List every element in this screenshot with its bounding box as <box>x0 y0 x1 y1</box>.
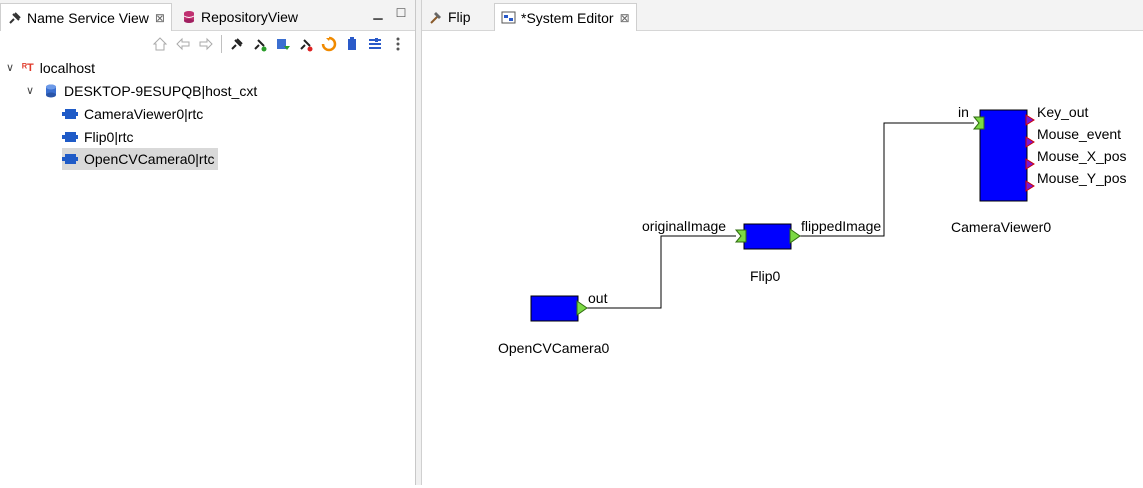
component-cameraviewer0[interactable]: in Key_out Mouse_event Mouse_X_pos Mouse… <box>951 104 1127 235</box>
service-port-key-out[interactable] <box>1025 114 1035 126</box>
rt-icon: ᴿT <box>22 62 34 74</box>
clear-zombie-icon[interactable] <box>342 34 362 54</box>
refresh-all-icon[interactable] <box>273 34 293 54</box>
component-icon <box>62 107 78 121</box>
outport-out[interactable] <box>576 300 588 316</box>
connect-icon[interactable] <box>227 34 247 54</box>
disconnect-icon[interactable] <box>296 34 316 54</box>
component-flip0[interactable]: originalImage flippedImage Flip0 <box>642 218 881 284</box>
editor-tabbar: Flip *System Editor ⊠ <box>422 0 1143 31</box>
service-port-mouse-y-pos[interactable] <box>1025 180 1035 192</box>
outport-flippedimage[interactable] <box>789 228 801 244</box>
name-service-toolbar <box>150 33 408 55</box>
minimize-icon[interactable]: ▁ <box>370 6 386 20</box>
expand-toggle-icon[interactable]: ∨ <box>6 61 18 74</box>
plug-icon <box>7 10 23 26</box>
cylinder-icon <box>44 83 58 99</box>
inport-originalimage[interactable] <box>734 229 747 243</box>
forward-icon[interactable] <box>196 34 216 54</box>
tree-node-host[interactable]: DESKTOP-9ESUPQB|host_cxt <box>44 80 257 102</box>
tab-flip[interactable]: Flip <box>422 3 477 31</box>
component-icon <box>62 152 78 166</box>
close-icon[interactable]: ⊠ <box>155 11 165 25</box>
inport-in[interactable] <box>972 116 985 130</box>
expand-toggle-icon[interactable]: ∨ <box>26 84 38 97</box>
diagram-svg: out OpenCVCamera0 originalImage flippedI… <box>498 104 1127 356</box>
tab-repository-view[interactable]: RepositoryView <box>175 3 304 31</box>
tab-name-service-view[interactable]: Name Service View ⊠ <box>0 3 172 31</box>
connection-camera-to-flip[interactable] <box>587 235 736 309</box>
component-icon <box>62 130 78 144</box>
tree-node-cameraviewer0[interactable]: CameraViewer0|rtc <box>62 103 205 125</box>
port-label-key-out: Key_out <box>1037 104 1088 120</box>
tree-node-localhost[interactable]: ᴿT localhost <box>22 57 95 79</box>
tab-label: Name Service View <box>27 9 149 26</box>
port-label-mouse-y-pos: Mouse_Y_pos <box>1037 170 1127 186</box>
tab-label: RepositoryView <box>201 9 299 25</box>
port-label-mouse-x-pos: Mouse_X_pos <box>1037 148 1127 164</box>
back-icon[interactable] <box>173 34 193 54</box>
component-opencvcamera0[interactable]: out OpenCVCamera0 <box>498 290 609 356</box>
database-icon <box>181 9 197 25</box>
refresh-icon[interactable] <box>319 34 339 54</box>
left-tabbar: Name Service View ⊠ RepositoryView ▁ ☐ <box>0 0 415 31</box>
hammer-icon <box>428 9 444 25</box>
close-icon[interactable]: ⊠ <box>620 11 630 25</box>
port-label-out: out <box>588 290 608 306</box>
system-editor-pane: Flip *System Editor ⊠ out OpenCVCamera0 <box>422 0 1143 485</box>
service-port-mouse-x-pos[interactable] <box>1025 158 1035 170</box>
tree-node-opencvcamera0[interactable]: OpenCVCamera0|rtc <box>62 148 219 170</box>
component-label: CameraViewer0 <box>951 219 1051 235</box>
system-editor-icon <box>501 10 517 26</box>
view-menu-icon[interactable] <box>388 34 408 54</box>
maximize-icon[interactable]: ☐ <box>393 6 409 20</box>
tab-system-editor[interactable]: *System Editor ⊠ <box>494 3 637 31</box>
filter-icon[interactable] <box>365 34 385 54</box>
port-label-in: in <box>958 104 969 120</box>
tree-node-flip0[interactable]: Flip0|rtc <box>62 126 136 148</box>
system-diagram-canvas[interactable]: out OpenCVCamera0 originalImage flippedI… <box>422 31 1143 485</box>
add-connection-icon[interactable] <box>250 34 270 54</box>
port-label-originalimage: originalImage <box>642 218 726 234</box>
name-service-view-pane: Name Service View ⊠ RepositoryView ▁ ☐ ∨… <box>0 0 416 485</box>
home-icon[interactable] <box>150 34 170 54</box>
component-label: OpenCVCamera0 <box>498 340 609 356</box>
component-label: Flip0 <box>750 268 781 284</box>
port-label-flippedimage: flippedImage <box>801 218 881 234</box>
port-label-mouse-event: Mouse_event <box>1037 126 1121 142</box>
service-port-mouse-event[interactable] <box>1025 136 1035 148</box>
